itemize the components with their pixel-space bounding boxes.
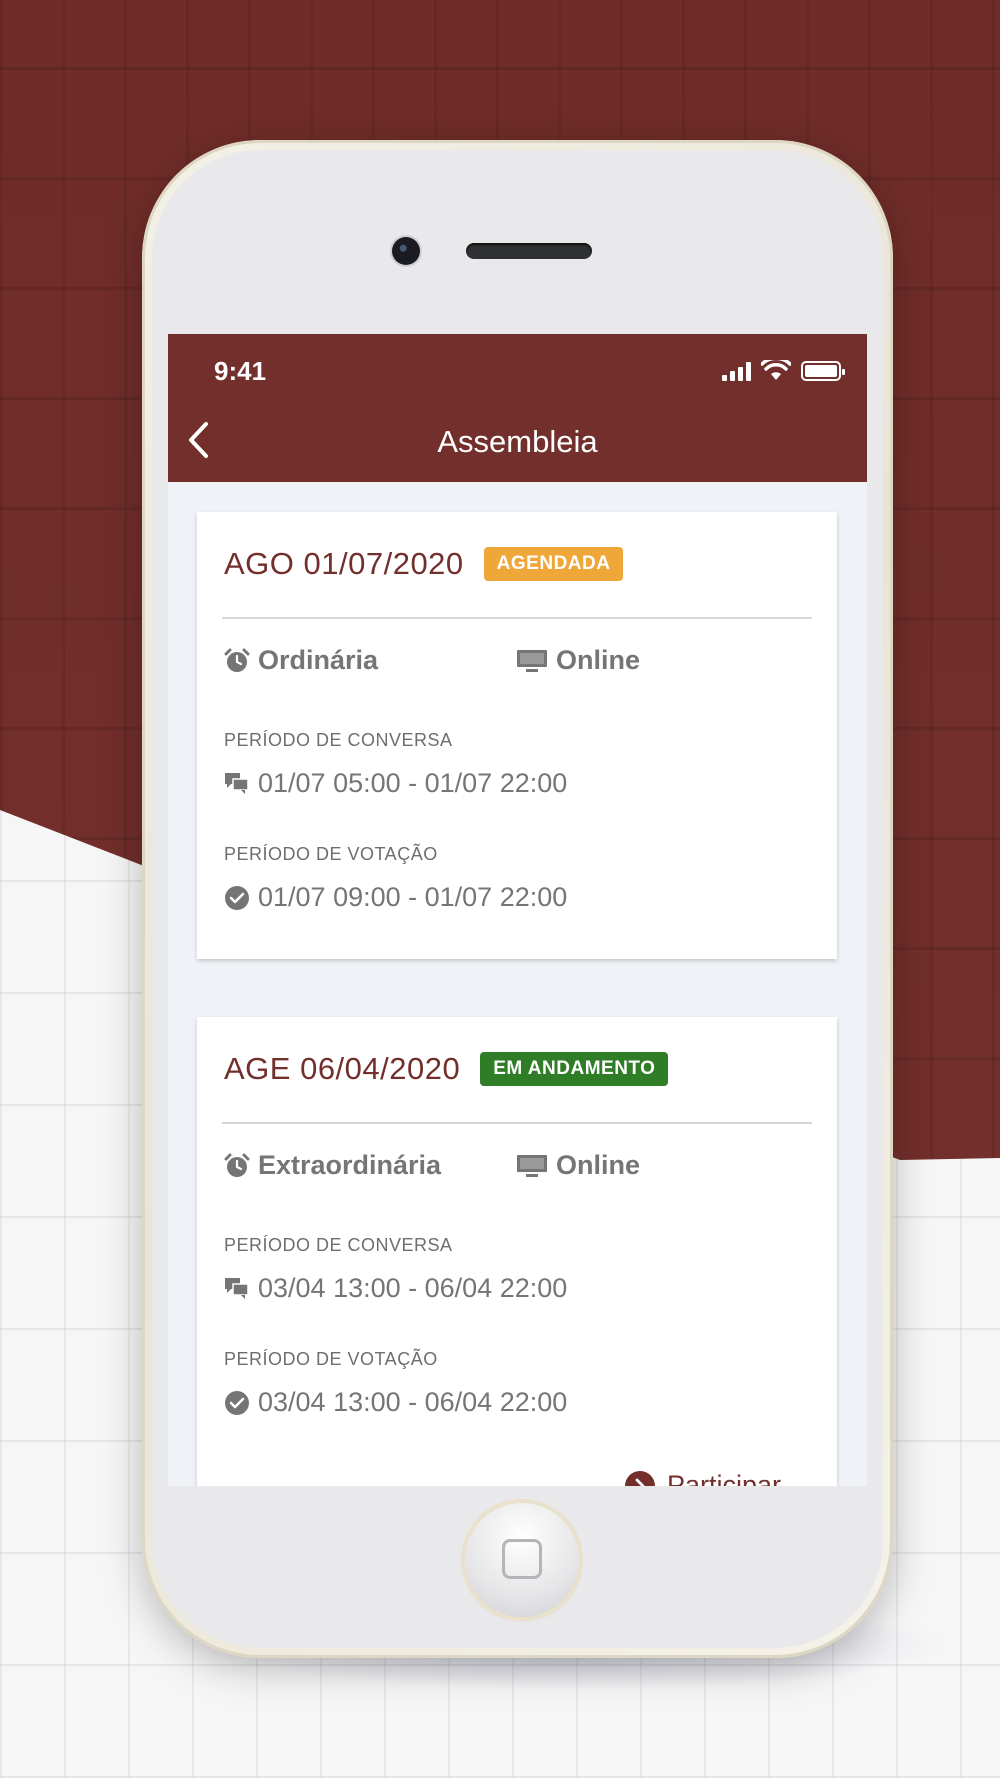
conversation-period-value: 03/04 13:00 - 06/04 22:00	[258, 1273, 568, 1303]
card-header: AGE 06/04/2020 EM ANDAMENTO	[224, 1051, 669, 1087]
wifi-icon	[761, 360, 791, 380]
conversation-period-label: PERÍODO DE CONVERSA	[224, 1235, 453, 1255]
alarm-clock-icon	[224, 1153, 250, 1177]
earpiece-speaker	[466, 243, 592, 259]
monitor-icon	[517, 1154, 547, 1177]
home-button[interactable]	[465, 1503, 579, 1617]
check-circle-icon	[225, 885, 249, 910]
assembly-type: Extraordinária	[224, 1150, 441, 1181]
chat-bubbles-icon	[225, 1277, 249, 1299]
signal-icon	[722, 361, 751, 381]
status-badge: EM ANDAMENTO	[480, 1052, 669, 1086]
voting-period: 03/04 13:00 - 06/04 22:00	[224, 1387, 567, 1418]
conversation-period: 03/04 13:00 - 06/04 22:00	[224, 1273, 567, 1304]
voting-period-value: 03/04 13:00 - 06/04 22:00	[258, 1387, 568, 1417]
chevron-right-icon	[624, 1470, 655, 1486]
alarm-clock-icon	[224, 648, 250, 672]
voting-period-label: PERÍODO DE VOTAÇÃO	[224, 844, 438, 864]
conversation-period-label: PERÍODO DE CONVERSA	[224, 730, 453, 750]
assembly-title: AGO 01/07/2020	[224, 546, 464, 581]
assembly-type-label: Extraordinária	[258, 1150, 442, 1180]
monitor-icon	[517, 649, 547, 672]
assembly-info: Extraordinária Online	[224, 1150, 837, 1186]
voting-period-value: 01/07 09:00 - 01/07 22:00	[258, 882, 568, 912]
page-title: Assembleia	[437, 424, 598, 459]
check-circle-icon	[225, 1390, 249, 1415]
participar-button[interactable]: Participar	[624, 1470, 781, 1486]
divider	[222, 617, 812, 619]
app-header: 9:41 Assembleia	[168, 334, 867, 482]
conversation-period: 01/07 05:00 - 01/07 22:00	[224, 768, 567, 799]
assembly-card[interactable]: AGE 06/04/2020 EM ANDAMENTO Extraordinár…	[197, 1017, 837, 1486]
assembly-card[interactable]: AGO 01/07/2020 AGENDADA Ordinária Online	[197, 512, 837, 959]
status-icons	[722, 360, 845, 382]
voting-period-label: PERÍODO DE VOTAÇÃO	[224, 1349, 438, 1369]
front-camera-icon	[392, 237, 420, 265]
assembly-type: Ordinária	[224, 645, 378, 676]
assembly-mode-label: Online	[556, 1150, 641, 1180]
phone-screen: 9:41 Assembleia AGO 01/07/2020 AGENDADA	[168, 334, 867, 1486]
home-square-icon	[502, 1539, 542, 1579]
assembly-title: AGE 06/04/2020	[224, 1051, 461, 1086]
divider	[222, 1122, 812, 1124]
chat-bubbles-icon	[225, 772, 249, 794]
conversation-period-value: 01/07 05:00 - 01/07 22:00	[258, 768, 568, 798]
assembly-mode: Online	[516, 645, 640, 676]
battery-icon	[801, 361, 845, 381]
card-header: AGO 01/07/2020 AGENDADA	[224, 546, 624, 582]
assembly-type-label: Ordinária	[258, 645, 379, 675]
assembly-info: Ordinária Online	[224, 645, 837, 681]
status-badge: AGENDADA	[483, 547, 624, 581]
assembly-mode-label: Online	[556, 645, 641, 675]
status-time: 9:41	[214, 356, 267, 386]
voting-period: 01/07 09:00 - 01/07 22:00	[224, 882, 567, 913]
participar-label: Participar	[666, 1470, 781, 1486]
assembly-mode: Online	[516, 1150, 640, 1181]
